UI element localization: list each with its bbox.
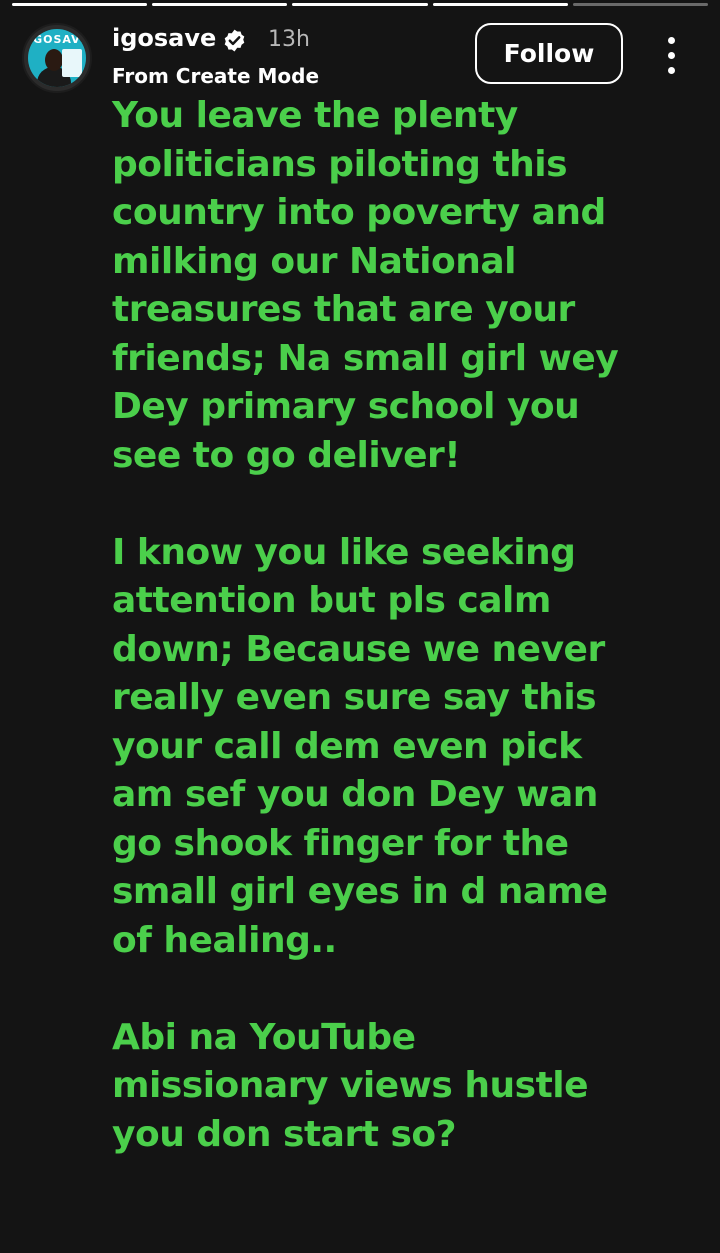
verified-badge-icon — [224, 29, 245, 52]
story-paragraph: Abi na YouTube missionary views hustle y… — [112, 1016, 589, 1155]
progress-segment — [432, 3, 568, 6]
avatar-logo-text: IGOSAVE — [28, 33, 86, 46]
story-text: You leave the plenty politicians pilotin… — [112, 92, 672, 1208]
avatar[interactable]: IGOSAVE — [22, 23, 92, 93]
story-source-label[interactable]: From Create Mode — [112, 64, 319, 88]
story-progress-bar — [12, 3, 709, 6]
story-paragraph: You leave the plenty politicians pilotin… — [112, 95, 619, 476]
avatar-image: IGOSAVE — [28, 29, 86, 87]
story-paragraph: I know you like seeking attention but pl… — [112, 531, 608, 961]
more-options-icon[interactable] — [662, 36, 682, 76]
progress-segment — [12, 3, 148, 6]
progress-segment — [152, 3, 288, 6]
progress-segment — [292, 3, 428, 6]
username[interactable]: igosave — [112, 24, 216, 52]
post-time: 13h — [268, 27, 310, 52]
progress-segment — [572, 3, 709, 6]
follow-button[interactable]: Follow — [475, 23, 623, 84]
